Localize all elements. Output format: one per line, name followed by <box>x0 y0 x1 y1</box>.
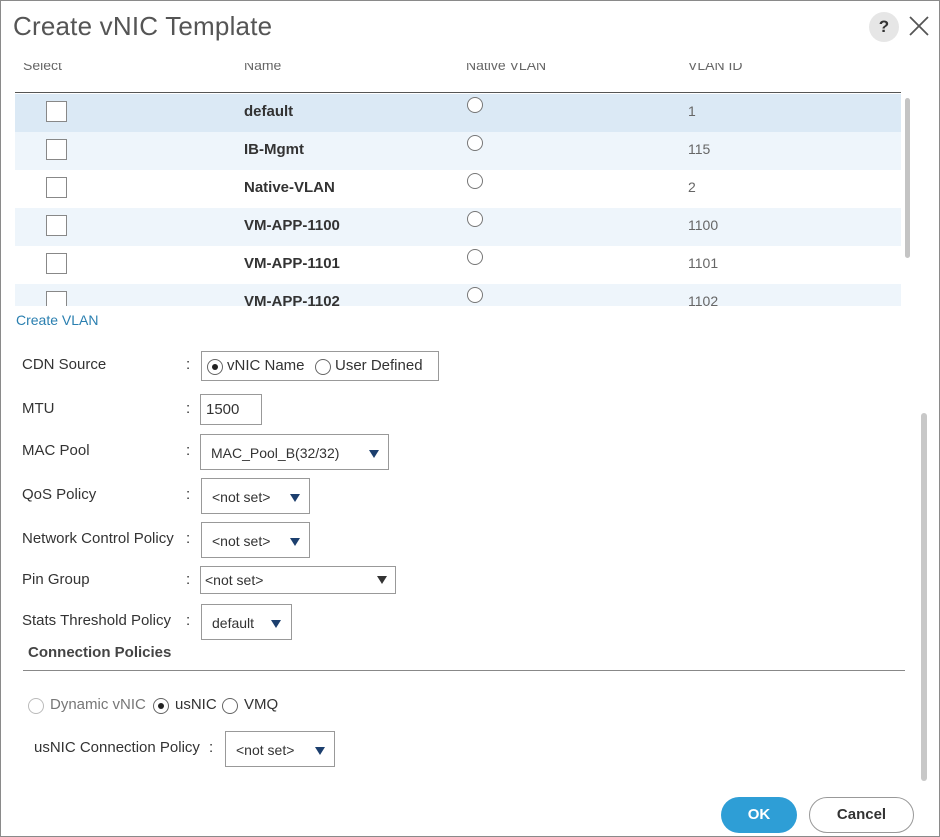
close-button[interactable] <box>906 11 932 41</box>
chevron-down-icon <box>369 450 379 458</box>
stats-threshold-policy-value: default <box>212 615 255 631</box>
pin-group-select[interactable]: <not set> <box>200 566 396 594</box>
mtu-label: MTU <box>22 400 55 417</box>
usnic-connection-policy-select[interactable]: <not set> <box>225 731 335 767</box>
qos-policy-value: <not set> <box>212 489 271 505</box>
table-scrollbar[interactable] <box>905 98 910 258</box>
mac-pool-label: MAC Pool <box>22 442 90 459</box>
create-vlan-link[interactable]: Create VLAN <box>16 312 98 328</box>
row-select-checkbox[interactable] <box>46 177 67 198</box>
vmq-label: VMQ <box>244 696 279 713</box>
native-vlan-radio[interactable] <box>467 135 483 151</box>
usnic-connection-policy-value: <not set> <box>236 742 295 758</box>
vmq-radio[interactable] <box>222 698 238 714</box>
divider <box>23 670 905 671</box>
usnic-label: usNIC <box>175 696 217 713</box>
cdn-source-user-defined-label: User Defined <box>335 357 423 374</box>
vlan-name: VM-APP-1101 <box>244 255 340 272</box>
native-vlan-radio[interactable] <box>467 249 483 265</box>
stats-threshold-policy-label: Stats Threshold Policy <box>22 612 171 629</box>
network-control-policy-select[interactable]: <not set> <box>201 522 310 558</box>
mac-pool-select[interactable]: MAC_Pool_B(32/32) <box>200 434 389 470</box>
vlan-table-header: Select Name Native VLAN VLAN ID <box>15 63 901 93</box>
colon: : <box>186 400 191 417</box>
qos-policy-label: QoS Policy <box>22 486 97 503</box>
vlan-name: default <box>244 103 294 120</box>
column-header-native-vlan[interactable]: Native VLAN <box>466 63 546 73</box>
table-row[interactable]: IB-Mgmt 115 <box>15 132 901 170</box>
native-vlan-radio[interactable] <box>467 97 483 113</box>
dialog-scrollbar[interactable] <box>921 413 927 781</box>
vlan-id: 1102 <box>688 293 719 306</box>
native-vlan-radio[interactable] <box>467 173 483 189</box>
row-select-checkbox[interactable] <box>46 215 67 236</box>
dynamic-vnic-label: Dynamic vNIC <box>50 696 146 713</box>
dialog-title: Create vNIC Template <box>13 11 273 41</box>
create-vnic-template-dialog: Create vNIC Template ? Select Name Nativ… <box>0 0 940 837</box>
help-button[interactable]: ? <box>869 12 899 42</box>
chevron-down-icon <box>290 538 300 546</box>
mtu-value: 1500 <box>206 401 240 418</box>
vlan-id: 1100 <box>688 217 719 233</box>
row-select-checkbox[interactable] <box>46 291 67 306</box>
chevron-down-icon <box>290 494 300 502</box>
colon: : <box>186 612 191 629</box>
cancel-button[interactable]: Cancel <box>809 797 914 833</box>
row-select-checkbox[interactable] <box>46 253 67 274</box>
chevron-down-icon <box>271 620 281 628</box>
vlan-id: 1 <box>688 103 696 119</box>
column-header-name[interactable]: Name <box>244 63 281 73</box>
ok-button[interactable]: OK <box>721 797 797 833</box>
cdn-source-vnic-name-label: vNIC Name <box>227 357 305 374</box>
vlan-name: VM-APP-1100 <box>244 217 340 234</box>
dynamic-vnic-radio[interactable] <box>28 698 44 714</box>
vlan-id: 115 <box>688 141 711 157</box>
native-vlan-radio[interactable] <box>467 211 483 227</box>
column-header-vlan-id[interactable]: VLAN ID <box>688 63 742 73</box>
cdn-source-vnic-name-radio[interactable] <box>207 359 223 375</box>
colon: : <box>186 571 191 588</box>
cdn-source-label: CDN Source <box>22 356 107 373</box>
network-control-policy-label: Network Control Policy <box>22 530 174 547</box>
qos-policy-select[interactable]: <not set> <box>201 478 310 514</box>
vlan-name: VM-APP-1102 <box>244 293 340 306</box>
chevron-down-icon <box>377 576 387 584</box>
table-row[interactable]: default 1 <box>15 94 901 132</box>
native-vlan-radio[interactable] <box>467 287 483 303</box>
table-row[interactable]: VM-APP-1101 1101 <box>15 246 901 284</box>
colon: : <box>209 739 214 756</box>
usnic-radio[interactable] <box>153 698 169 714</box>
colon: : <box>186 486 191 503</box>
chevron-down-icon <box>315 747 325 755</box>
cdn-source-group: vNIC Name User Defined <box>201 351 439 381</box>
column-header-select[interactable]: Select <box>23 63 62 73</box>
mtu-input[interactable]: 1500 <box>200 394 262 425</box>
vlan-id: 2 <box>688 179 696 195</box>
close-icon <box>909 16 929 36</box>
network-control-policy-value: <not set> <box>212 533 271 549</box>
vlan-name: IB-Mgmt <box>244 141 304 158</box>
vlan-table: default 1 IB-Mgmt 115 Native-VLAN 2 VM-A… <box>15 94 901 306</box>
colon: : <box>186 356 191 373</box>
table-row[interactable]: VM-APP-1100 1100 <box>15 208 901 246</box>
pin-group-label: Pin Group <box>22 571 90 588</box>
vlan-id: 1101 <box>688 255 719 271</box>
pin-group-value: <not set> <box>205 572 264 588</box>
table-row[interactable]: Native-VLAN 2 <box>15 170 901 208</box>
colon: : <box>186 442 191 459</box>
row-select-checkbox[interactable] <box>46 101 67 122</box>
table-row[interactable]: VM-APP-1102 1102 <box>15 284 901 306</box>
mac-pool-value: MAC_Pool_B(32/32) <box>211 445 340 461</box>
connection-policies-heading: Connection Policies <box>28 644 172 661</box>
row-select-checkbox[interactable] <box>46 139 67 160</box>
cdn-source-user-defined-radio[interactable] <box>315 359 331 375</box>
vlan-name: Native-VLAN <box>244 179 335 196</box>
stats-threshold-policy-select[interactable]: default <box>201 604 292 640</box>
colon: : <box>186 530 191 547</box>
usnic-connection-policy-label: usNIC Connection Policy <box>34 739 200 756</box>
